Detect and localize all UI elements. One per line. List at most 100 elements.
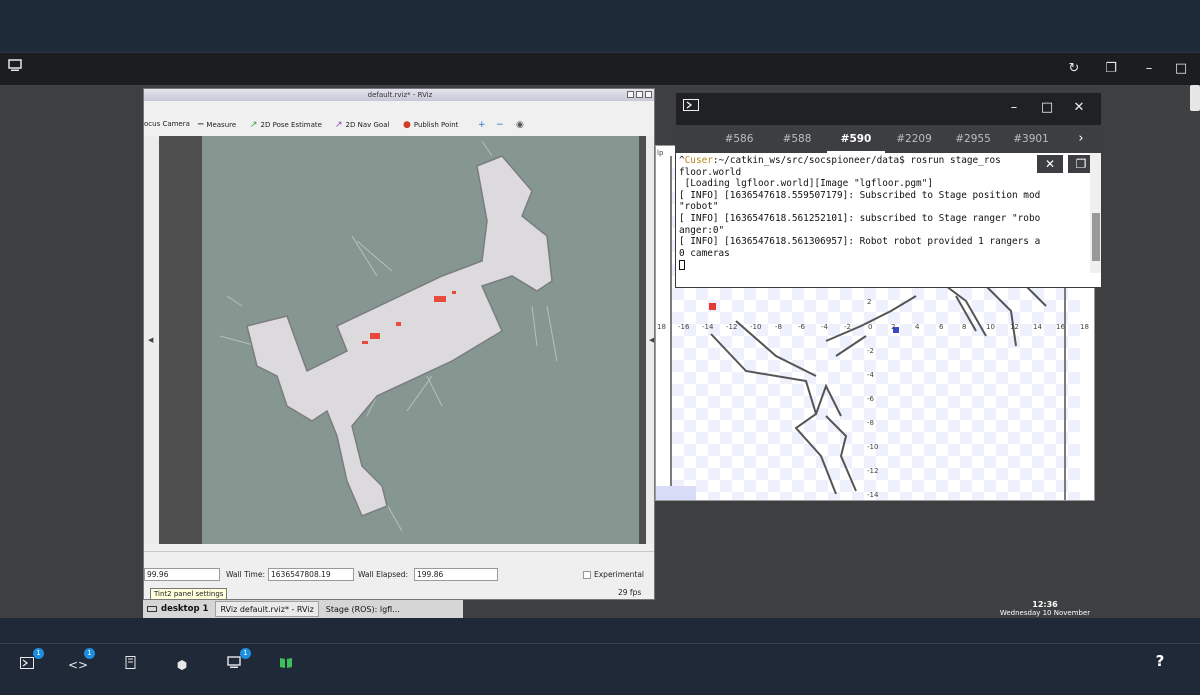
restore-window-icon[interactable]: ❐	[1100, 59, 1122, 79]
stage-axis-y-label: -14	[867, 491, 879, 499]
stage-axis-x-label: 8	[962, 323, 967, 331]
terminal-line: 0 cameras	[679, 247, 730, 259]
stage-axis-x-label: -4	[821, 323, 828, 331]
tool-publish-point[interactable]: ● Publish Point	[403, 120, 458, 130]
stage-axis-x-label: -8	[775, 323, 782, 331]
desktop-icon[interactable]: 1	[223, 648, 251, 676]
tab-588[interactable]: #588	[768, 125, 826, 153]
keyboard-icon	[147, 606, 157, 612]
help-button[interactable]: ?	[1150, 652, 1170, 670]
rviz-time-panel: 99.96 Wall Time: 1636547808.19 Wall Elap…	[144, 551, 654, 599]
tool-focus-camera[interactable]: ocus Camera	[144, 120, 190, 128]
terminal-scrollbar[interactable]	[1090, 153, 1101, 273]
pin-icon: ●	[403, 120, 411, 130]
wall-elapsed-label: Wall Elapsed:	[358, 570, 409, 579]
stage-axis-x-label: 4	[915, 323, 920, 331]
occupancy-map[interactable]	[202, 136, 639, 544]
terminal-titlebar[interactable]: – □ ✕	[676, 93, 1101, 125]
screen: ↻ ❐ – □ -16 -14 -12 -10 -8 -6 -4 -2 0 2 …	[0, 0, 1200, 695]
stage-axis-x-label: 14	[1033, 323, 1042, 331]
tool-label: Publish Point	[413, 121, 459, 129]
book-icon[interactable]	[275, 654, 297, 676]
map-floorplan	[219, 140, 558, 532]
tool-label: 2D Pose Estimate	[260, 121, 322, 129]
wall-elapsed-field[interactable]: 199.86	[414, 568, 498, 581]
tool-2d-nav-goal[interactable]: ↗ 2D Nav Goal	[335, 120, 389, 130]
rviz-titlebar[interactable]: default.rviz* - RViz	[144, 89, 654, 101]
refresh-icon[interactable]: ↻	[1063, 59, 1085, 79]
stage-axis-x-label: 12	[1010, 323, 1019, 331]
top-banner	[0, 0, 1200, 52]
bottom-dock: 1 <> 1 ⬢ 1 ?	[0, 643, 1200, 695]
tooltip: Tint2 panel settings	[150, 588, 228, 599]
stage-axis-y-label: -8	[867, 419, 874, 427]
stage-axis-x-label: -6	[798, 323, 805, 331]
taskbar-item-rviz[interactable]: RViz default.rviz* - RViz	[215, 601, 319, 617]
terminal-line: [ INFO] [1636547618.559507179]: Subscrib…	[679, 189, 1041, 201]
badge: 1	[33, 648, 44, 659]
rviz-window[interactable]: default.rviz* - RViz ocus Camera ━ Measu…	[143, 88, 655, 600]
cube-icon[interactable]: ⬢	[171, 654, 193, 676]
terminal-line: [Loading lgfloor.world][Image "lgfloor.p…	[679, 178, 933, 190]
stage-axis-x-label: 2	[891, 323, 896, 331]
ros-time-field[interactable]: 99.96	[144, 568, 220, 581]
minimize-icon[interactable]: –	[1138, 59, 1160, 79]
add-tool-button[interactable]: +	[478, 120, 486, 130]
wall-time-field[interactable]: 1636547808.19	[268, 568, 354, 581]
desktop-switcher[interactable]: desktop 1	[143, 601, 212, 617]
terminal-scroll-thumb[interactable]	[1092, 213, 1100, 261]
stage-axis-x-label: 6	[939, 323, 944, 331]
remove-tool-button[interactable]: −	[496, 120, 504, 130]
inner-taskbar: desktop 1 RViz default.rviz* - RViz Stag…	[143, 600, 463, 618]
rviz-title: default.rviz* - RViz	[367, 91, 433, 99]
next-tabs-chevron-icon[interactable]: ›	[1066, 125, 1096, 153]
code-icon[interactable]: <> 1	[67, 648, 95, 676]
view-tool-button[interactable]: ◉	[516, 120, 524, 130]
taskbar-item-stage[interactable]: Stage (ROS): lgfl...	[322, 601, 404, 617]
terminal-minimize-button[interactable]: –	[1003, 99, 1025, 117]
arrow-green-icon: ↗	[250, 120, 258, 130]
stage-axis-x-label: -12	[726, 323, 738, 331]
maximize-icon[interactable]: □	[1170, 59, 1192, 79]
tab-586[interactable]: #586	[710, 125, 768, 153]
notebook-icon[interactable]	[119, 654, 141, 676]
left-panel-collapse[interactable]: ◀	[144, 136, 158, 544]
rviz-maximize-button[interactable]	[636, 91, 643, 98]
terminal-cursor	[679, 259, 685, 270]
tool-2d-pose-estimate[interactable]: ↗ 2D Pose Estimate	[250, 120, 322, 130]
prompt-rest: :~/catkin_ws/src/socspioneer/data$ rosru…	[712, 155, 1001, 166]
rviz-3d-view[interactable]	[159, 136, 646, 544]
page-scrollbar[interactable]	[1190, 85, 1200, 111]
prompt-user: Cuser	[684, 155, 713, 166]
terminal-maximize-button[interactable]: □	[1036, 99, 1058, 117]
close-overlay-icon[interactable]: ✕	[1037, 155, 1063, 173]
stage-axis-y-label: -6	[867, 395, 874, 403]
stage-axis-y-label: -10	[867, 443, 879, 451]
terminal-output[interactable]: ^Cuser:~/catkin_ws/src/socspioneer/data$…	[676, 153, 1101, 287]
tool-label: ocus Camera	[144, 120, 190, 128]
tab-3901[interactable]: #3901	[1002, 125, 1060, 153]
eye-icon: ◉	[516, 120, 524, 130]
badge: 1	[240, 648, 251, 659]
terminal-icon[interactable]: 1	[16, 648, 44, 676]
experimental-checkbox[interactable]	[583, 571, 591, 579]
tool-measure[interactable]: ━ Measure	[198, 120, 236, 130]
fps-readout: 29 fps	[618, 588, 642, 597]
tab-2955[interactable]: #2955	[944, 125, 1002, 153]
rviz-close-button[interactable]	[645, 91, 652, 98]
desktop-label: desktop 1	[161, 604, 209, 614]
tab-590[interactable]: #590	[827, 125, 885, 153]
terminal-line: [ INFO] [1636547618.561252101]: subscrib…	[679, 212, 1041, 224]
right-panel-collapse[interactable]: ◀	[646, 136, 654, 544]
monitor-icon[interactable]	[4, 59, 26, 79]
rviz-minimize-button[interactable]	[627, 91, 634, 98]
terminal-close-button[interactable]: ✕	[1068, 99, 1090, 117]
tab-2209[interactable]: #2209	[885, 125, 943, 153]
terminal-line: [ INFO] [1636547618.561306957]: Robot ro…	[679, 236, 1041, 248]
stage-side-label: lp	[657, 149, 664, 157]
stage-axis-x-label: 16	[1056, 323, 1065, 331]
experimental-label: Experimental	[594, 570, 645, 579]
ruler-icon: ━	[198, 120, 204, 130]
desktop-gap	[0, 618, 1200, 643]
terminal-window[interactable]: – □ ✕ #586 #588 #590 #2209 #2955 #3901 ›…	[675, 92, 1102, 288]
